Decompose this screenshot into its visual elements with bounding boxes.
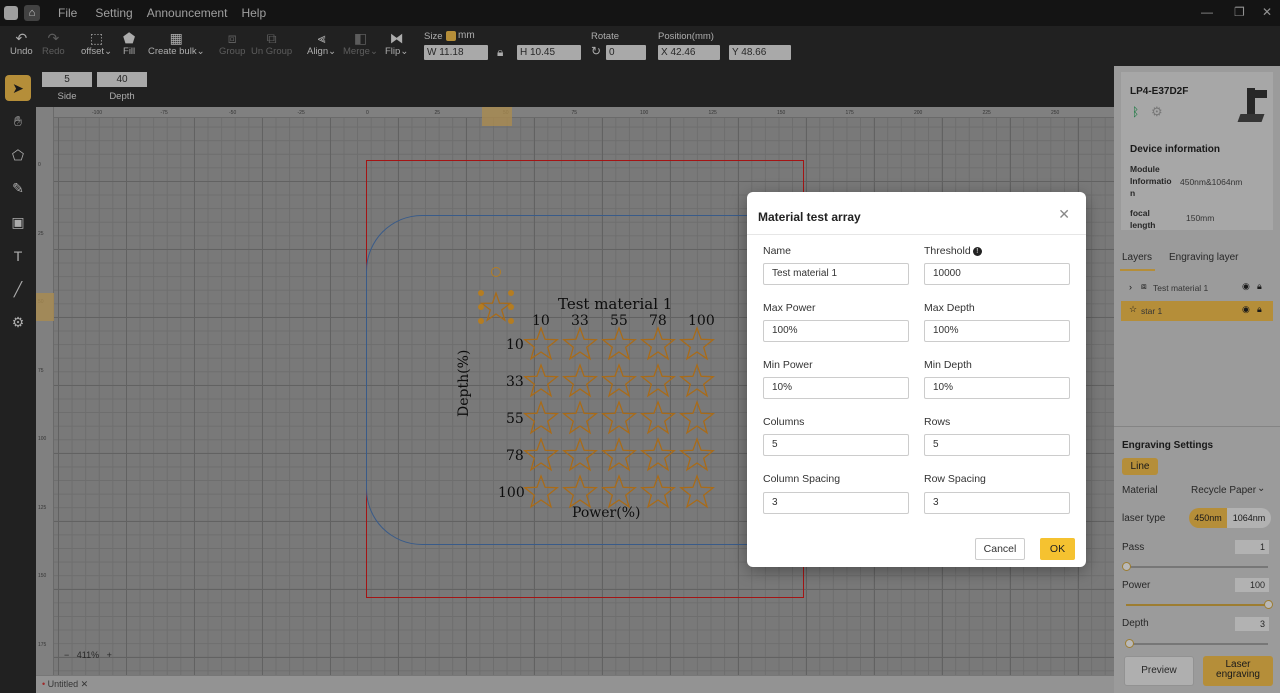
row-spacing-label: Row Spacing	[924, 473, 986, 485]
columns-label: Columns	[763, 416, 805, 428]
column-spacing-label: Column Spacing	[763, 473, 841, 485]
name-label: Name	[763, 245, 792, 257]
max-power-label: Max Power	[763, 302, 816, 314]
material-test-array-dialog: Material test array ✕ Name Test material…	[747, 192, 1086, 567]
min-depth-label: Min Depth	[924, 359, 972, 371]
rows-input[interactable]: 5	[924, 434, 1070, 456]
threshold-label: Threshold!	[924, 245, 982, 257]
dialog-title: Material test array	[758, 210, 861, 224]
threshold-input[interactable]: 10000	[924, 263, 1070, 285]
columns-input[interactable]: 5	[763, 434, 909, 456]
info-icon[interactable]: !	[972, 247, 982, 256]
min-power-label: Min Power	[763, 359, 813, 371]
min-depth-input[interactable]: 10%	[924, 377, 1070, 399]
modal-overlay[interactable]	[0, 0, 1280, 693]
rows-label: Rows	[924, 416, 951, 428]
max-power-input[interactable]: 100%	[763, 320, 909, 342]
row-spacing-input[interactable]: 3	[924, 492, 1070, 514]
column-spacing-input[interactable]: 3	[763, 492, 909, 514]
name-input[interactable]: Test material 1	[763, 263, 909, 285]
cancel-button[interactable]: Cancel	[975, 538, 1025, 560]
close-icon[interactable]: ✕	[1058, 206, 1070, 223]
max-depth-label: Max Depth	[924, 302, 975, 314]
min-power-input[interactable]: 10%	[763, 377, 909, 399]
max-depth-input[interactable]: 100%	[924, 320, 1070, 342]
ok-button[interactable]: OK	[1040, 538, 1075, 560]
